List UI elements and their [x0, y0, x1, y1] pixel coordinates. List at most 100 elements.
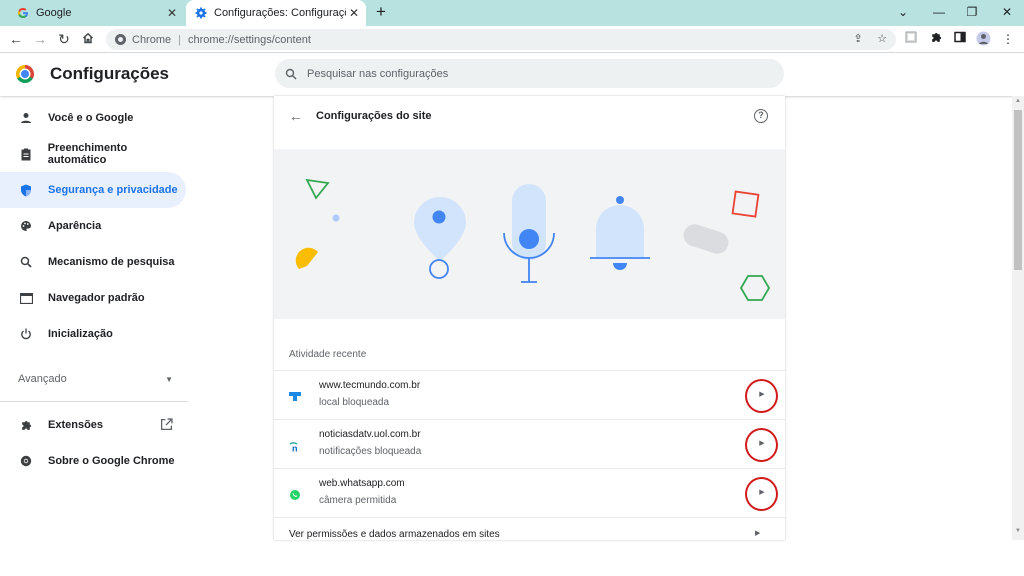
site-permission: câmera permitida	[319, 495, 397, 506]
person-icon	[19, 111, 33, 125]
tecmundo-favicon-icon	[289, 390, 301, 402]
recent-site-row[interactable]: n noticiasdatv.uol.com.br notificações b…	[274, 419, 785, 468]
tab-title: Google	[36, 7, 72, 19]
recent-site-row[interactable]: www.tecmundo.com.br local bloqueada ▶	[274, 370, 785, 419]
sidebar-item-label: Navegador padrão	[48, 292, 145, 304]
power-icon	[19, 327, 33, 341]
avatar[interactable]	[975, 31, 991, 47]
search-placeholder: Pesquisar nas configurações	[307, 67, 449, 80]
scrollbar-thumb[interactable]	[1014, 110, 1022, 270]
advanced-label: Avançado	[18, 373, 67, 385]
view-permissions-row[interactable]: Ver permissões e dados armazenados em si…	[274, 517, 785, 540]
open-in-new-icon	[160, 418, 174, 432]
tab-strip: Google ✕ Configurações: Configurações do…	[0, 0, 1024, 26]
settings-header: Configurações Pesquisar nas configuraçõe…	[0, 53, 1024, 96]
view-permissions-label: Ver permissões e dados armazenados em si…	[289, 529, 500, 540]
share-icon[interactable]: ⇪	[850, 31, 866, 47]
sidebar-item-label: Sobre o Google Chrome	[48, 455, 175, 467]
sidebar-item-startup[interactable]: Inicialização	[0, 316, 186, 352]
puzzle-extensions-icon[interactable]	[928, 31, 944, 47]
sidebar-item-extensions[interactable]: Extensões	[0, 407, 186, 443]
chrome-site-icon	[115, 34, 126, 45]
search-icon	[19, 255, 33, 269]
card-title: Configurações do site	[316, 110, 432, 122]
chrome-logo-icon	[16, 65, 34, 83]
close-window-icon[interactable]: ✕	[992, 2, 1022, 22]
close-tab-icon[interactable]: ✕	[164, 6, 180, 20]
recent-site-row[interactable]: web.whatsapp.com câmera permitida ▶	[274, 468, 785, 517]
back-arrow-icon[interactable]: ←	[289, 109, 303, 123]
address-chip: Chrome	[132, 33, 172, 46]
sidebar-item-label: Inicialização	[48, 328, 113, 340]
hexagon-shape	[739, 275, 771, 301]
noticiasdatv-favicon-icon: n	[289, 439, 301, 454]
chevron-down-icon: ▼	[165, 374, 173, 384]
back-arrow-icon[interactable]: ←	[7, 30, 25, 48]
microphone-icon	[503, 184, 555, 283]
sidebar-item-appearance[interactable]: Aparência	[0, 208, 186, 244]
help-icon[interactable]: ?	[754, 109, 768, 123]
yellow-leaf-shape	[295, 247, 318, 269]
new-tab-icon[interactable]: +	[372, 3, 390, 21]
forward-arrow-icon[interactable]: →	[31, 30, 49, 48]
chevron-right-icon: ▶	[755, 530, 761, 537]
site-settings-card: ← Configurações do site ? Atividade rece…	[274, 96, 785, 540]
sidebar-item-security-privacy[interactable]: Segurança e privacidade	[0, 172, 186, 208]
site-permission: local bloqueada	[319, 397, 390, 408]
chrome-outline-icon	[19, 454, 33, 468]
sidebar-item-label: Preenchimento automático	[47, 142, 128, 166]
browser-toolbar: ← → ↻ Chrome | chrome://settings/content…	[0, 26, 1024, 53]
triangle-shape	[305, 178, 330, 200]
home-icon[interactable]	[79, 30, 97, 48]
site-host: web.whatsapp.com	[319, 478, 405, 489]
menu-kebab-icon[interactable]: ⋮	[1000, 31, 1016, 47]
sidebar-item-search-engine[interactable]: Mecanismo de pesquisa	[0, 244, 186, 280]
sidebar-item-label: Você e o Google	[48, 112, 134, 124]
notification-bell-icon	[590, 196, 650, 270]
annotation-circle	[745, 379, 778, 413]
address-bar[interactable]: Chrome | chrome://settings/content ⇪ ☆	[106, 29, 896, 50]
advanced-toggle[interactable]: Avançado ▼	[18, 371, 173, 387]
side-panel-icon[interactable]	[952, 31, 968, 47]
close-tab-icon[interactable]: ✕	[346, 6, 362, 20]
site-host: www.tecmundo.com.br	[319, 380, 421, 391]
tab-google[interactable]: Google ✕	[8, 0, 184, 26]
scroll-up-icon[interactable]: ▲	[1014, 98, 1022, 106]
settings-search-input[interactable]: Pesquisar nas configurações	[275, 59, 784, 88]
extension-icon[interactable]	[903, 31, 919, 47]
browser-window-icon	[19, 291, 33, 305]
page-title: Configurações	[50, 64, 170, 83]
sidebar-item-you-and-google[interactable]: Você e o Google	[0, 100, 186, 136]
location-pin-icon	[414, 197, 466, 279]
permissions-illustration	[295, 178, 771, 301]
tab-title: Configurações: Configurações do site	[214, 7, 346, 19]
sidebar-item-autofill[interactable]: Preenchimento automático	[0, 136, 186, 172]
dot-shape	[332, 214, 340, 222]
pill-shape	[683, 224, 729, 254]
search-icon	[285, 68, 297, 80]
whatsapp-favicon-icon	[289, 488, 301, 500]
palette-icon	[19, 219, 33, 233]
clipboard-icon	[19, 147, 33, 161]
site-host: noticiasdatv.uol.com.br	[319, 429, 421, 440]
minimize-icon[interactable]: —	[924, 2, 954, 22]
annotation-circle	[745, 477, 778, 511]
shield-icon	[19, 183, 33, 197]
page-scrollbar[interactable]: ▲ ▼	[1012, 96, 1024, 540]
reload-icon[interactable]: ↻	[55, 30, 73, 48]
tab-settings[interactable]: Configurações: Configurações do site ✕	[186, 0, 366, 26]
restore-icon[interactable]: ❐	[957, 2, 987, 22]
sidebar-item-about-chrome[interactable]: Sobre o Google Chrome	[0, 443, 186, 479]
settings-gear-icon	[194, 6, 208, 20]
scroll-down-icon[interactable]: ▼	[1014, 528, 1022, 536]
svg-text:n: n	[292, 444, 298, 453]
illustration-banner	[274, 149, 785, 319]
sidebar: Você e o Google Preenchimento automático…	[0, 96, 190, 540]
sidebar-item-label: Segurança e privacidade	[48, 184, 178, 196]
bookmark-star-icon[interactable]: ☆	[874, 31, 890, 47]
red-square-shape	[731, 190, 760, 218]
tab-search-icon[interactable]: ⌄	[888, 2, 918, 22]
sidebar-item-label: Mecanismo de pesquisa	[48, 256, 175, 268]
sidebar-item-default-browser[interactable]: Navegador padrão	[0, 280, 186, 316]
recent-activity-heading: Atividade recente	[289, 349, 367, 360]
